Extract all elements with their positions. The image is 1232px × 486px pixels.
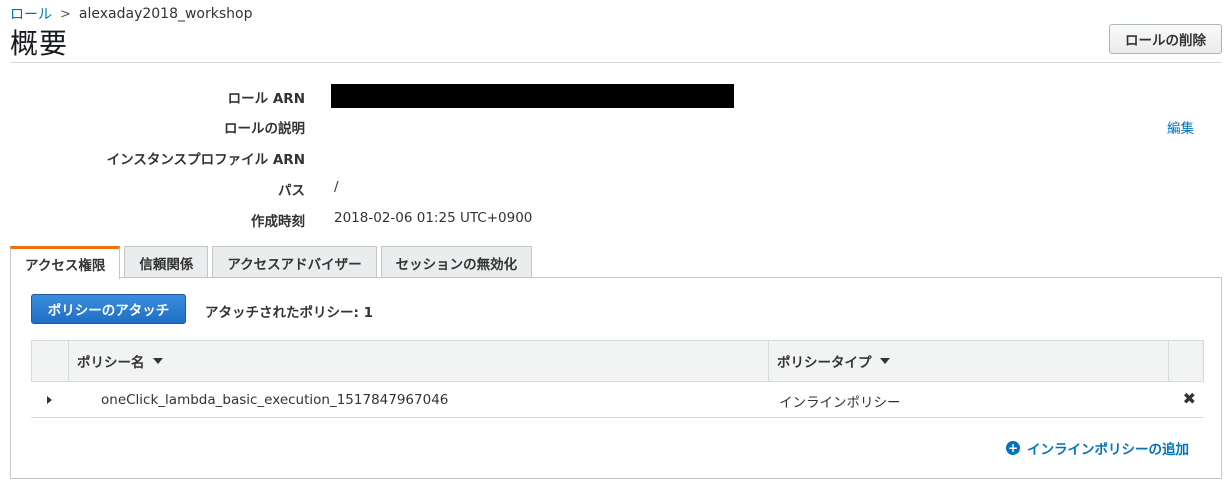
add-inline-policy-link[interactable]: + インラインポリシーの追加 [1006, 438, 1189, 458]
header-action-column [1168, 341, 1204, 381]
sort-caret-icon [879, 358, 890, 364]
remove-policy-icon[interactable]: ✖ [1183, 390, 1196, 408]
attach-policy-button[interactable]: ポリシーのアタッチ [31, 294, 186, 324]
policy-name-cell: oneClick_lambda_basic_execution_15178479… [101, 392, 449, 408]
column-policy-type-label: ポリシータイプ [777, 355, 872, 371]
delete-role-button[interactable]: ロールの削除 [1109, 24, 1222, 54]
policy-type-cell: インラインポリシー [779, 395, 901, 411]
policies-table: ポリシー名 ポリシータイプ oneClick_lambda_basic_exec… [31, 340, 1204, 418]
role-arn-label: ロール ARN [227, 91, 305, 107]
summary-row-path: パス / [0, 175, 1232, 203]
created-label: 作成時刻 [251, 214, 305, 230]
title-divider [10, 62, 1222, 63]
summary-row-arn: ロール ARN [0, 82, 1232, 110]
edit-description-link[interactable]: 編集 [1167, 117, 1194, 137]
header-expand-column [32, 341, 68, 381]
expand-row-icon[interactable] [47, 396, 52, 404]
role-tabs: アクセス権限 信頼関係 アクセスアドバイザー セッションの無効化 [10, 246, 533, 279]
table-header: ポリシー名 ポリシータイプ [31, 340, 1204, 382]
table-row: oneClick_lambda_basic_execution_15178479… [31, 382, 1204, 418]
tab-access-advisor[interactable]: アクセスアドバイザー [212, 246, 377, 278]
breadcrumb-roles-link[interactable]: ロール [10, 4, 52, 24]
column-policy-name-label: ポリシー名 [77, 355, 145, 371]
sort-caret-icon [152, 358, 163, 364]
breadcrumb: ロール > alexaday2018_workshop [10, 4, 252, 24]
breadcrumb-separator: > [60, 6, 71, 22]
page-title: 概要 [10, 27, 69, 60]
role-arn-redacted [331, 84, 734, 108]
tab-trust-relationships[interactable]: 信頼関係 [124, 246, 209, 278]
column-policy-type[interactable]: ポリシータイプ [768, 341, 1168, 381]
path-value: / [334, 179, 339, 195]
tab-permissions[interactable]: アクセス権限 [10, 246, 121, 279]
tab-revoke-sessions[interactable]: セッションの無効化 [380, 246, 533, 278]
permissions-panel: ポリシーのアタッチ アタッチされたポリシー: 1 ポリシー名 ポリシータイプ o… [10, 277, 1222, 479]
summary-row-created: 作成時刻 2018-02-06 01:25 UTC+0900 [0, 206, 1232, 234]
plus-circle-icon: + [1006, 441, 1020, 455]
attached-policies-count: アタッチされたポリシー: 1 [205, 305, 373, 321]
summary-row-description: ロールの説明 編集 [0, 113, 1232, 141]
created-value: 2018-02-06 01:25 UTC+0900 [334, 210, 533, 226]
breadcrumb-current: alexaday2018_workshop [78, 6, 253, 22]
summary-row-instance-profile: インスタンスプロファイル ARN [0, 144, 1232, 172]
column-policy-name[interactable]: ポリシー名 [68, 341, 768, 381]
instance-profile-label: インスタンスプロファイル ARN [106, 152, 305, 168]
add-inline-policy-label: インラインポリシーの追加 [1027, 442, 1189, 458]
role-description-label: ロールの説明 [224, 121, 305, 137]
path-label: パス [278, 183, 305, 199]
